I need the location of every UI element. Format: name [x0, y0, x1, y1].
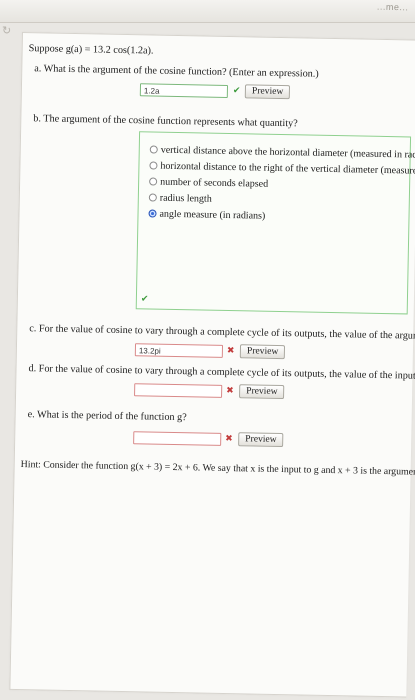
part-d-answer-input[interactable] — [134, 383, 223, 398]
part-d-question: d. For the value of cosine to vary throu… — [28, 363, 415, 384]
radio-icon[interactable] — [148, 193, 157, 202]
part-e-preview-button[interactable]: Preview — [238, 432, 284, 448]
part-e-question: e. What is the period of the function g? — [27, 409, 187, 424]
part-e-answer-input[interactable] — [133, 431, 222, 446]
hint-text: Hint: Consider the function g(x + 3) = 2… — [20, 459, 415, 479]
problem-intro: Suppose g(a) = 13.2 cos(1.2a). — [28, 43, 154, 57]
check-icon: ✔ — [140, 294, 149, 305]
option-vertical-distance[interactable]: vertical distance above the horizontal d… — [149, 144, 415, 162]
part-a-answer-input[interactable]: 1.2a — [139, 83, 229, 98]
question-card: Suppose g(a) = 13.2 cos(1.2a). a. What i… — [9, 32, 415, 698]
radio-icon[interactable] — [149, 177, 158, 186]
refresh-icon[interactable]: ↻ — [2, 24, 11, 37]
x-icon: ✖ — [226, 385, 234, 397]
x-icon: ✖ — [226, 345, 235, 357]
option-horizontal-distance[interactable]: horizontal distance to the right of the … — [149, 160, 415, 178]
part-c-question: c. For the value of cosine to vary throu… — [29, 323, 415, 344]
part-b-question: b. The argument of the cosine function r… — [33, 113, 298, 130]
check-icon: ✔ — [232, 86, 241, 97]
top-banner: ...me... — [0, 0, 415, 23]
radio-icon[interactable] — [149, 145, 158, 154]
part-d-preview-button[interactable]: Preview — [239, 384, 285, 400]
radio-selected-icon[interactable] — [148, 209, 157, 218]
part-a-question: a. What is the argument of the cosine fu… — [34, 63, 319, 80]
part-c-answer-input[interactable]: 13.2pi — [134, 343, 224, 358]
option-seconds-elapsed[interactable]: number of seconds elapsed — [149, 176, 268, 190]
part-a-preview-button[interactable]: Preview — [244, 84, 291, 100]
header-corner-text: ...me... — [377, 1, 410, 13]
radio-icon[interactable] — [149, 161, 158, 170]
part-b-options-box: vertical distance above the horizontal d… — [135, 131, 415, 315]
option-angle-measure[interactable]: angle measure (in radians) — [148, 208, 265, 222]
x-icon: ✖ — [225, 433, 233, 445]
part-c-preview-button[interactable]: Preview — [239, 344, 286, 360]
option-radius-length[interactable]: radius length — [148, 192, 212, 205]
